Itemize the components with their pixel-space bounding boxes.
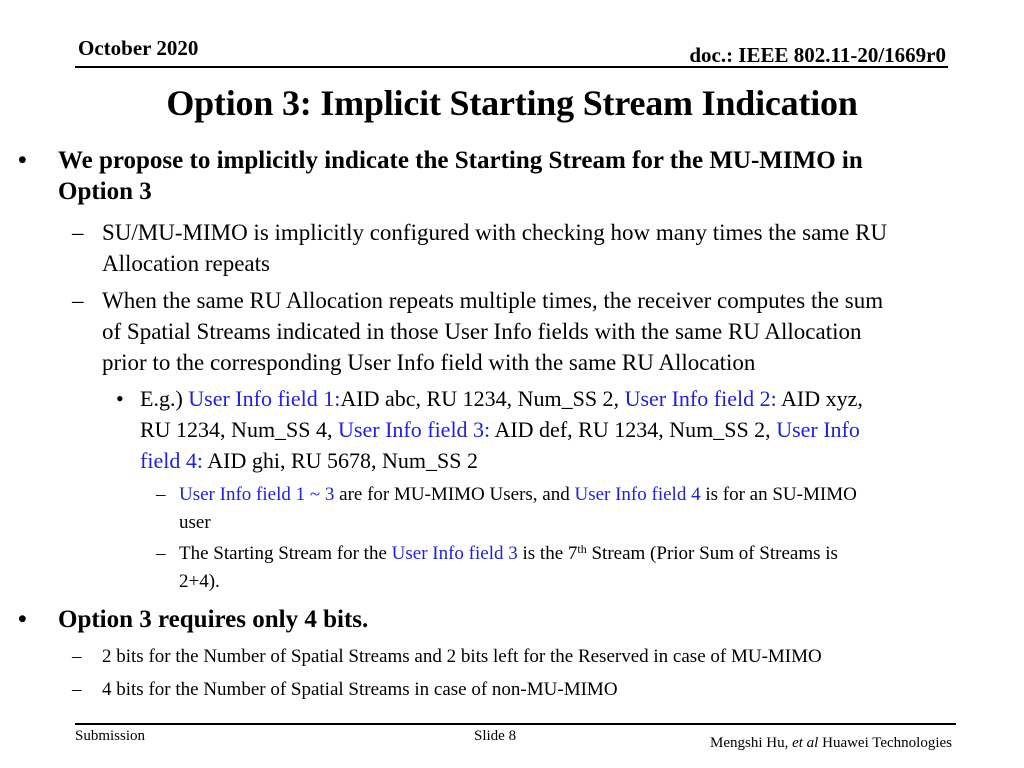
sub-bullet-text: 2 bits for the Number of Spatial Streams… xyxy=(102,646,822,667)
sub-bullet-text: When the same RU Allocation repeats mult… xyxy=(102,285,987,378)
text-segment: is for an SU-MIMO xyxy=(700,484,857,505)
highlight-user-info-1-3: User Info field 1 ~ 3 xyxy=(179,484,335,505)
sub-sub-bullet-text: The Starting Stream for the User Info fi… xyxy=(179,540,999,596)
footer-divider xyxy=(75,723,956,725)
text-line: The Starting Stream for the User Info fi… xyxy=(179,540,999,568)
author-name: Mengshi Hu, xyxy=(710,735,793,751)
dash-icon: – xyxy=(72,679,82,700)
text-segment: AID xyz, xyxy=(776,386,863,411)
text-segment: The Starting Stream for the xyxy=(179,543,392,564)
text-line: prior to the corresponding User Info fie… xyxy=(102,350,756,375)
text-segment: E.g.) xyxy=(140,386,189,411)
example-text: E.g.) User Info field 1:AID abc, RU 1234… xyxy=(140,383,990,476)
highlight-user-info-2: User Info field 2: xyxy=(624,386,777,411)
bullet-text: Option 3 requires only 4 bits. xyxy=(58,606,369,633)
highlight-user-info-4: User Info xyxy=(776,417,860,442)
bullet-icon: • xyxy=(18,147,27,174)
text-line: Allocation repeats xyxy=(102,251,270,276)
bullet-icon: • xyxy=(116,386,124,411)
text-segment: AID ghi, RU 5678, Num_SS 2 xyxy=(202,448,478,473)
dash-icon: – xyxy=(156,543,166,564)
header-doc-id: doc.: IEEE 802.11-20/1669r0 xyxy=(689,43,946,67)
highlight-user-info-4-cont: field 4: xyxy=(140,448,203,473)
highlight-user-info-3: User Info field 3 xyxy=(391,543,518,564)
dash-icon: – xyxy=(72,288,84,313)
header-divider xyxy=(75,66,948,68)
text-line: Option 3 xyxy=(58,178,152,205)
highlight-user-info-3: User Info field 3: xyxy=(338,417,491,442)
text-line: 2+4). xyxy=(179,571,220,592)
text-segment: AID def, RU 1234, Num_SS 2, xyxy=(490,417,777,442)
sub-bullet-text: 4 bits for the Number of Spatial Streams… xyxy=(102,679,618,700)
text-line: field 4: AID ghi, RU 5678, Num_SS 2 xyxy=(140,445,990,476)
highlight-user-info-1: User Info field 1: xyxy=(188,386,341,411)
slide-title: Option 3: Implicit Starting Stream Indic… xyxy=(166,83,858,123)
author-et-al: et al xyxy=(792,735,819,751)
text-line: RU 1234, Num_SS 4, User Info field 3: AI… xyxy=(140,414,990,445)
text-line: user xyxy=(179,512,211,533)
text-line: E.g.) User Info field 1:AID abc, RU 1234… xyxy=(140,383,990,414)
bullet-icon: • xyxy=(18,606,27,633)
text-line: When the same RU Allocation repeats mult… xyxy=(102,288,884,313)
dash-icon: – xyxy=(72,220,84,245)
sub-bullet-text: SU/MU-MIMO is implicitly configured with… xyxy=(102,217,987,279)
text-segment: AID abc, RU 1234, Num_SS 2, xyxy=(340,386,625,411)
slide-number: Slide 8 xyxy=(474,728,517,744)
dash-icon: – xyxy=(72,646,82,667)
text-line: SU/MU-MIMO is implicitly configured with… xyxy=(102,220,888,245)
text-line: We propose to implicitly indicate the St… xyxy=(58,147,863,174)
text-line: of Spatial Streams indicated in those Us… xyxy=(102,319,862,344)
dash-icon: – xyxy=(156,484,166,505)
highlight-user-info-4: User Info field 4 xyxy=(574,484,701,505)
footer-submission: Submission xyxy=(75,728,146,744)
bullet-text: We propose to implicitly indicate the St… xyxy=(58,145,988,207)
text-segment: RU 1234, Num_SS 4, xyxy=(140,417,339,442)
author-affiliation: Huawei Technologies xyxy=(818,735,952,751)
text-segment: Stream (Prior Sum of Streams is xyxy=(586,543,838,564)
footer-author: Mengshi Hu, et al Huawei Technologies xyxy=(710,735,952,752)
text-segment: is the 7 xyxy=(517,543,578,564)
text-line: User Info field 1 ~ 3 are for MU-MIMO Us… xyxy=(179,481,999,509)
superscript-th: th xyxy=(577,542,587,556)
sub-sub-bullet-text: User Info field 1 ~ 3 are for MU-MIMO Us… xyxy=(179,481,999,537)
text-segment: are for MU-MIMO Users, and xyxy=(334,484,575,505)
header-date: October 2020 xyxy=(78,36,199,60)
